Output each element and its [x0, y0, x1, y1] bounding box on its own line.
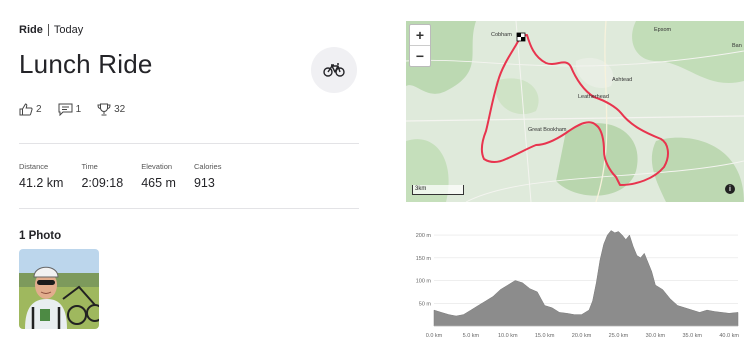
- zoom-out-button[interactable]: −: [410, 45, 430, 66]
- thumbs-up-icon: [19, 103, 33, 116]
- stats-row: Distance 41.2 km Time 2:09:18 Elevation …: [19, 162, 239, 190]
- stat-elevation: Elevation 465 m: [141, 162, 176, 190]
- stat-distance: Distance 41.2 km: [19, 162, 63, 190]
- place-label: Cobham: [491, 32, 512, 38]
- stat-calories: Calories 913: [194, 162, 222, 190]
- photo-image: [19, 249, 99, 329]
- x-tick-label: 40.0 km: [719, 333, 739, 339]
- kudos-count: 2: [36, 104, 42, 115]
- trophy-icon: [97, 103, 111, 116]
- achievement-count: 32: [114, 104, 126, 115]
- map-tiles: [406, 21, 744, 202]
- zoom-in-button[interactable]: +: [410, 25, 430, 45]
- divider: [19, 208, 359, 209]
- stat-value: 41.2 km: [19, 176, 64, 190]
- y-tick-label: 50 m: [419, 301, 432, 307]
- stat-label: Elevation: [141, 162, 173, 171]
- x-tick-label: 10.0 km: [498, 333, 518, 339]
- activity-title: Lunch Ride: [19, 49, 153, 79]
- bike-icon: [323, 63, 345, 77]
- breadcrumb-date: Today: [53, 24, 84, 36]
- breadcrumb-sport-link[interactable]: Ride: [19, 24, 43, 36]
- stat-label: Calories: [193, 162, 222, 171]
- stat-value: 913: [193, 176, 215, 190]
- x-tick-label: 5.0 km: [463, 333, 480, 339]
- elevation-chart[interactable]: 50 m 100 m 150 m 200 m 0.0 km 5.0 km 10.0 km 15…: [406, 222, 744, 342]
- comment-icon: [58, 103, 73, 116]
- breadcrumb: Ride Today: [19, 24, 83, 36]
- place-label: Ban: [732, 43, 742, 49]
- y-tick-label: 150 m: [416, 256, 432, 262]
- comments-button[interactable]: 1: [58, 103, 82, 116]
- photos-heading: 1 Photo: [19, 230, 62, 242]
- x-tick-label: 25.0 km: [609, 333, 629, 339]
- y-tick-label: 100 m: [416, 279, 432, 285]
- stat-value: 465 m: [141, 176, 176, 190]
- x-tick-label: 0.0 km: [426, 333, 443, 339]
- place-label: Great Bookham: [528, 127, 567, 133]
- stat-time: Time 2:09:18: [81, 162, 123, 190]
- zoom-control: + −: [409, 24, 431, 67]
- x-tick-label: 35.0 km: [682, 333, 702, 339]
- y-tick-label: 200 m: [416, 233, 432, 239]
- sport-type-button[interactable]: [311, 47, 357, 93]
- place-label: Epsom: [654, 27, 672, 33]
- finish-flag-icon: [516, 32, 526, 42]
- comment-count: 1: [75, 104, 82, 115]
- x-tick-label: 20.0 km: [572, 333, 592, 339]
- divider: [19, 143, 359, 144]
- info-icon[interactable]: i: [725, 184, 735, 194]
- x-tick-label: 15.0 km: [535, 333, 555, 339]
- photo-thumbnail[interactable]: [19, 249, 99, 329]
- stat-label: Time: [81, 162, 98, 171]
- kudos-button[interactable]: 2: [19, 103, 42, 116]
- stat-label: Distance: [19, 162, 49, 171]
- map-scale-bar: 3km: [412, 185, 464, 195]
- social-bar: 2 1 32: [19, 103, 141, 116]
- breadcrumb-divider: [47, 24, 49, 36]
- x-tick-label: 30.0 km: [646, 333, 666, 339]
- stat-value: 2:09:18: [81, 176, 124, 190]
- place-label: Ashtead: [612, 77, 633, 83]
- achievements-button[interactable]: 32: [97, 103, 125, 116]
- route-map[interactable]: Cobham Epsom Ashtead Leatherhead Great B…: [406, 21, 744, 202]
- elevation-area: [433, 230, 739, 327]
- place-label: Leatherhead: [578, 94, 609, 100]
